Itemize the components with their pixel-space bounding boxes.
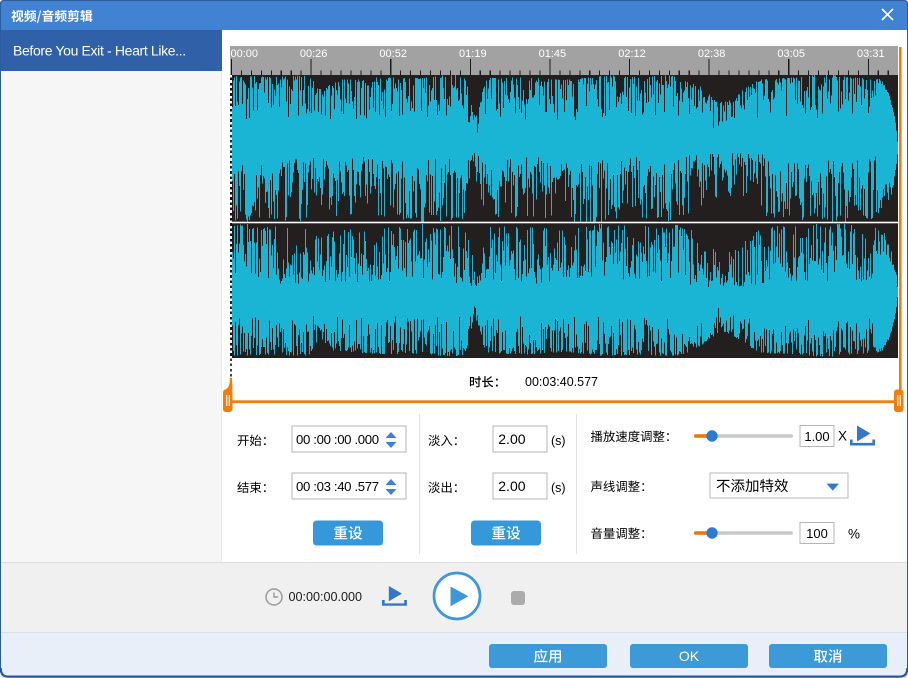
svg-text:100: 100 <box>806 526 828 541</box>
svg-text:%: % <box>848 527 860 542</box>
svg-text:X: X <box>838 429 847 444</box>
svg-text:00:00:00.000: 00:00:00.000 <box>289 590 363 604</box>
svg-text:02:38: 02:38 <box>698 48 726 60</box>
svg-text:00 :00 :00 .000: 00 :00 :00 .000 <box>296 432 379 447</box>
svg-text:02:12: 02:12 <box>618 48 646 60</box>
svg-text:03:31: 03:31 <box>857 48 885 60</box>
svg-text:00:52: 00:52 <box>379 48 407 60</box>
svg-text:00:00: 00:00 <box>231 48 259 60</box>
svg-text:00 :03 :40 .577: 00 :03 :40 .577 <box>296 479 379 494</box>
svg-text:03:05: 03:05 <box>777 48 805 60</box>
svg-text:01:19: 01:19 <box>459 48 487 60</box>
svg-text:01:45: 01:45 <box>539 48 567 60</box>
svg-text:Before You Exit - Heart Like..: Before You Exit - Heart Like... <box>13 43 186 59</box>
svg-text:OK: OK <box>679 648 700 664</box>
svg-text:2.00: 2.00 <box>498 478 525 494</box>
svg-text:1.00: 1.00 <box>804 429 829 444</box>
svg-text:2.00: 2.00 <box>498 431 525 447</box>
svg-text:(s): (s) <box>551 481 566 495</box>
svg-text:(s): (s) <box>551 434 566 448</box>
svg-text:00:26: 00:26 <box>300 48 328 60</box>
svg-text:00:03:40.577: 00:03:40.577 <box>525 375 598 389</box>
